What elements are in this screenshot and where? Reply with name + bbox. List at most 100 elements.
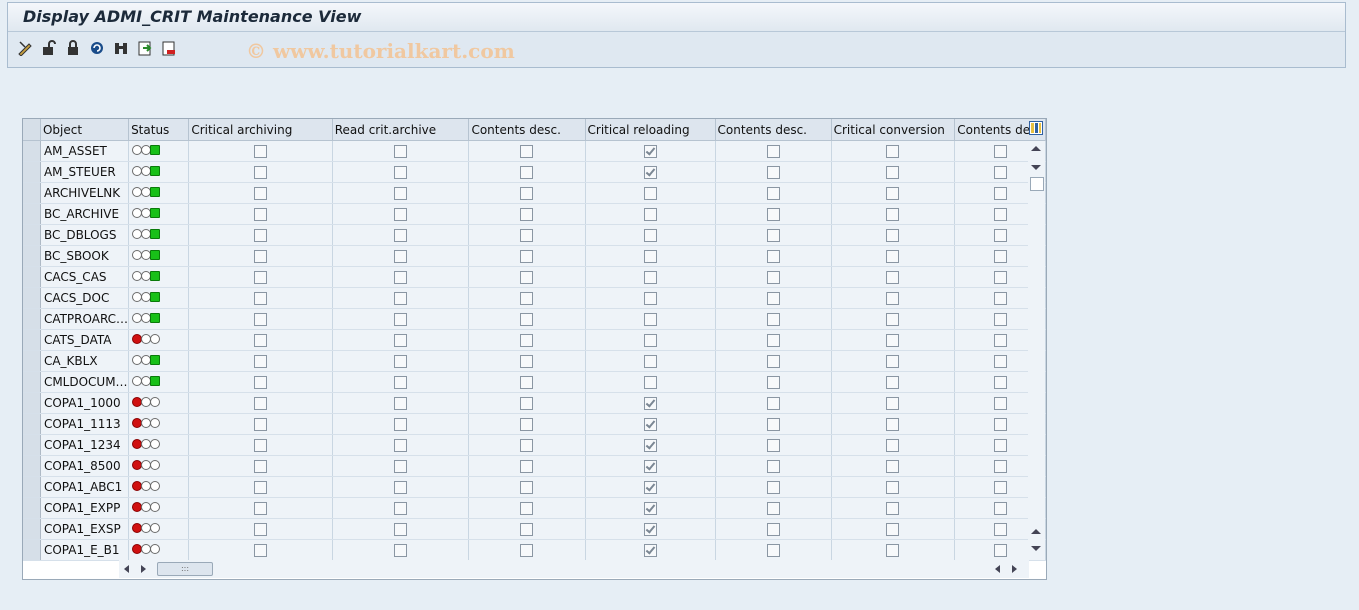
checkbox[interactable] — [394, 166, 408, 179]
row-selector[interactable] — [23, 308, 41, 330]
refresh-icon[interactable] — [88, 39, 106, 57]
row-selector[interactable] — [23, 266, 41, 288]
checkbox[interactable] — [520, 355, 534, 368]
checkbox[interactable] — [766, 544, 780, 557]
checkbox[interactable] — [520, 271, 534, 284]
checkbox[interactable] — [394, 397, 408, 410]
scroll-right-end-icon[interactable] — [1012, 565, 1017, 573]
row-selector[interactable] — [23, 203, 41, 225]
row-selector[interactable] — [23, 371, 41, 393]
checkbox[interactable] — [254, 166, 268, 179]
checkbox[interactable] — [886, 481, 900, 494]
checkbox[interactable] — [766, 187, 780, 200]
checkbox[interactable] — [886, 523, 900, 536]
checkbox[interactable] — [394, 502, 408, 515]
checkbox[interactable] — [766, 460, 780, 473]
checkbox[interactable] — [886, 418, 900, 431]
checkbox[interactable] — [886, 460, 900, 473]
checkbox[interactable] — [766, 292, 780, 305]
checkbox[interactable] — [766, 523, 780, 536]
checkbox[interactable] — [254, 439, 268, 452]
checkbox[interactable] — [520, 502, 534, 515]
checkbox[interactable] — [886, 250, 900, 263]
checkbox[interactable] — [643, 355, 657, 368]
checkbox[interactable] — [643, 313, 657, 326]
export-icon[interactable] — [136, 39, 154, 57]
row-selector[interactable] — [23, 434, 41, 456]
scroll-left-end-icon[interactable] — [995, 565, 1000, 573]
column-header[interactable]: Read crit.archive — [332, 119, 470, 141]
column-header[interactable]: Contents desc. — [468, 119, 586, 141]
checkbox[interactable] — [254, 355, 268, 368]
checkbox[interactable] — [993, 544, 1007, 557]
checkbox[interactable] — [766, 271, 780, 284]
checkbox[interactable] — [766, 166, 780, 179]
page-up-icon[interactable] — [1031, 529, 1041, 534]
column-header[interactable]: Status — [128, 119, 190, 141]
checkbox[interactable] — [394, 292, 408, 305]
row-selector[interactable] — [23, 329, 41, 351]
checkbox[interactable] — [520, 397, 534, 410]
checkbox[interactable] — [643, 481, 657, 494]
checkbox[interactable] — [394, 271, 408, 284]
checkbox[interactable] — [886, 229, 900, 242]
select-all-cell[interactable] — [23, 119, 41, 141]
checkbox[interactable] — [993, 145, 1007, 158]
checkbox[interactable] — [394, 187, 408, 200]
checkbox[interactable] — [993, 166, 1007, 179]
checkbox[interactable] — [766, 376, 780, 389]
checkbox[interactable] — [394, 145, 408, 158]
checkbox[interactable] — [993, 334, 1007, 347]
checkbox[interactable] — [766, 502, 780, 515]
checkbox[interactable] — [766, 313, 780, 326]
vertical-scrollbar[interactable] — [1028, 141, 1045, 559]
checkbox[interactable] — [766, 250, 780, 263]
checkbox[interactable] — [254, 334, 268, 347]
checkbox[interactable] — [254, 271, 268, 284]
column-header[interactable]: Critical conversion — [831, 119, 956, 141]
checkbox[interactable] — [886, 292, 900, 305]
scroll-thumb[interactable] — [1030, 177, 1044, 191]
checkbox[interactable] — [643, 250, 657, 263]
checkbox[interactable] — [886, 313, 900, 326]
scroll-right-icon[interactable] — [141, 565, 146, 573]
checkbox[interactable] — [254, 502, 268, 515]
checkbox[interactable] — [520, 439, 534, 452]
row-selector[interactable] — [23, 392, 41, 414]
checkbox[interactable] — [394, 250, 408, 263]
checkbox[interactable] — [993, 208, 1007, 221]
row-selector[interactable] — [23, 413, 41, 435]
checkbox[interactable] — [886, 208, 900, 221]
checkbox[interactable] — [643, 418, 657, 431]
row-selector[interactable] — [23, 455, 41, 477]
checkbox[interactable] — [993, 355, 1007, 368]
checkbox[interactable] — [394, 460, 408, 473]
checkbox[interactable] — [643, 460, 657, 473]
checkbox[interactable] — [520, 208, 534, 221]
checkbox[interactable] — [766, 481, 780, 494]
row-selector[interactable] — [23, 518, 41, 540]
checkbox[interactable] — [254, 250, 268, 263]
checkbox[interactable] — [886, 334, 900, 347]
row-selector[interactable] — [23, 287, 41, 309]
row-selector[interactable] — [23, 350, 41, 372]
checkbox[interactable] — [993, 502, 1007, 515]
checkbox[interactable] — [643, 334, 657, 347]
checkbox[interactable] — [520, 187, 534, 200]
checkbox[interactable] — [643, 523, 657, 536]
exit-icon[interactable] — [160, 39, 178, 57]
row-selector[interactable] — [23, 161, 41, 183]
checkbox[interactable] — [254, 292, 268, 305]
checkbox[interactable] — [643, 502, 657, 515]
checkbox[interactable] — [254, 460, 268, 473]
checkbox[interactable] — [394, 481, 408, 494]
checkbox[interactable] — [993, 229, 1007, 242]
checkbox[interactable] — [643, 166, 657, 179]
checkbox[interactable] — [766, 355, 780, 368]
horizontal-scroll-thumb[interactable]: ::: — [157, 562, 213, 576]
checkbox[interactable] — [394, 334, 408, 347]
column-header[interactable]: Object — [40, 119, 130, 141]
checkbox[interactable] — [394, 229, 408, 242]
checkbox[interactable] — [886, 271, 900, 284]
row-selector[interactable] — [23, 497, 41, 519]
